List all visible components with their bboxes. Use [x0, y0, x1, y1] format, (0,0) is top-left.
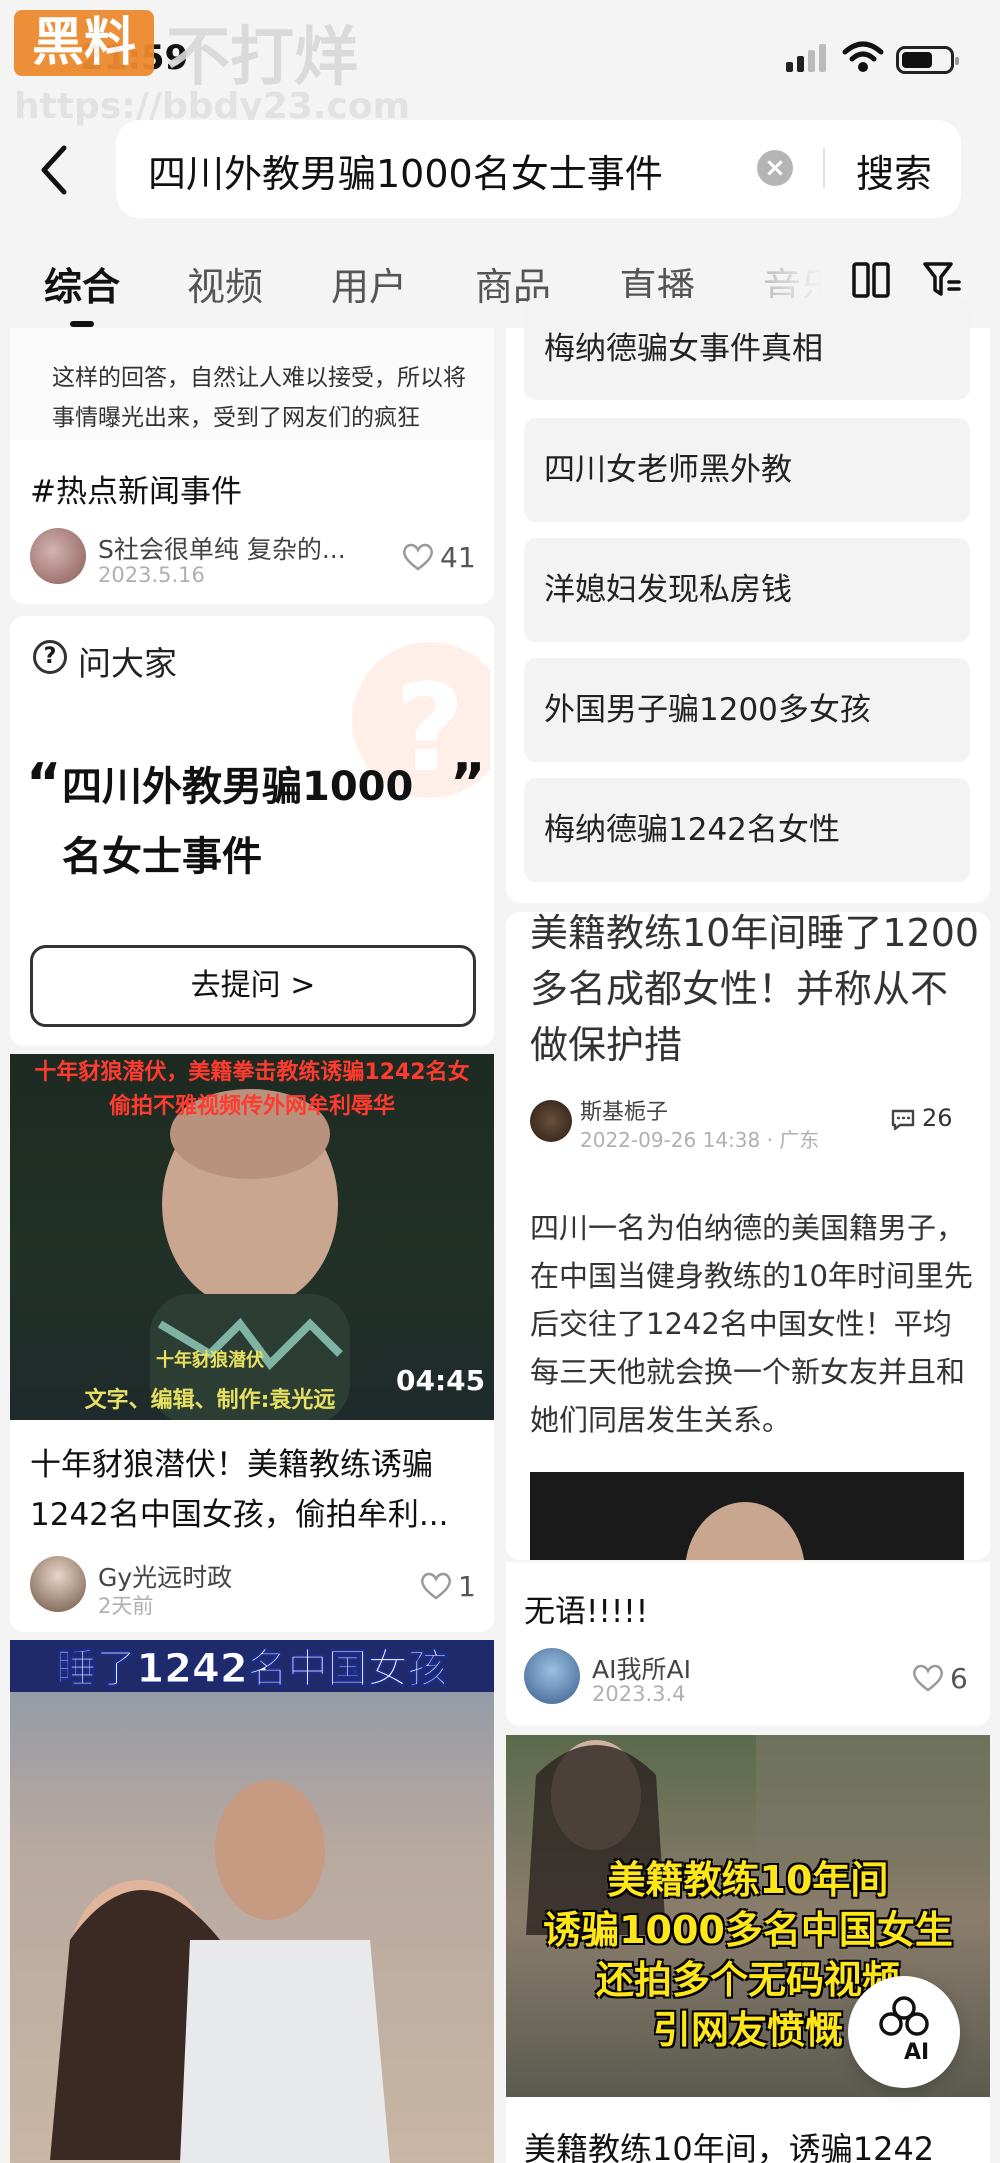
- video-1-duration: 04:45: [396, 1364, 486, 1397]
- post-1-snippet: 这样的回答，自然让人难以接受，所以将事情曝光出来，受到了网友们的疯狂: [52, 365, 466, 431]
- post-1-likes: 41: [440, 541, 476, 574]
- video-1-author[interactable]: Gy光远时政: [98, 1558, 232, 1594]
- quote-open: “: [26, 752, 62, 815]
- article-date: 2022-09-26 14:38 · 广东: [580, 1128, 820, 1152]
- ask-title: 四川外教男骗1000名女士事件: [62, 764, 414, 880]
- video-2-caption-line1: 美籍教练10年间: [607, 1858, 889, 1902]
- post-2-date: 2023.3.4: [592, 1682, 686, 1706]
- tab-users[interactable]: 用户: [331, 256, 407, 311]
- related-search-item[interactable]: 梅纳德骗1242名女性: [524, 778, 970, 882]
- clear-search-button[interactable]: ×: [757, 150, 793, 186]
- wifi-icon: [842, 41, 884, 72]
- double-column-icon[interactable]: [852, 262, 890, 298]
- ai-assistant-button[interactable]: AI: [848, 1976, 960, 2088]
- search-button[interactable]: 搜索: [856, 143, 932, 198]
- ask-label: 问大家: [78, 644, 177, 683]
- heart-icon[interactable]: [912, 1664, 944, 1692]
- search-divider: [823, 148, 825, 188]
- question-icon: ?: [33, 640, 67, 674]
- cell-signal-icon: [786, 44, 826, 72]
- heart-icon[interactable]: [402, 543, 434, 571]
- article-body: 四川一名为伯纳德的美国籍男子，在中国当健身教练的10年时间里先后交往了1242名…: [530, 1211, 973, 1437]
- post-1-avatar[interactable]: [30, 528, 86, 584]
- related-search-item[interactable]: 外国男子骗1200多女孩: [524, 658, 970, 762]
- post-2-likes: 6: [950, 1662, 968, 1695]
- heart-icon[interactable]: [420, 1572, 452, 1600]
- article-author[interactable]: 斯基栀子: [580, 1094, 668, 1126]
- related-search-item[interactable]: 四川女老师黑外教: [524, 418, 970, 522]
- tab-video[interactable]: 视频: [187, 256, 263, 311]
- related-search-item[interactable]: 梅纳德骗女事件真相: [524, 298, 970, 400]
- filter-icon[interactable]: [922, 260, 962, 298]
- article-image[interactable]: [530, 1472, 964, 1560]
- battery-icon: [896, 46, 959, 74]
- video-1-avatar[interactable]: [30, 1556, 86, 1612]
- post-1-title[interactable]: #热点新闻事件: [30, 466, 242, 511]
- ask-question-button[interactable]: 去提问 >: [30, 945, 476, 1027]
- article-avatar[interactable]: [530, 1100, 572, 1142]
- post-2-title[interactable]: 无语!!!!!: [524, 1586, 648, 1631]
- tab-indicator: [70, 321, 94, 327]
- video-2-title[interactable]: 美籍教练10年间，诱骗1242: [524, 2124, 934, 2163]
- ai-label: AI: [904, 2040, 930, 2065]
- article-title[interactable]: 美籍教练10年间睡了1200多名成都女性！并称从不做保护措: [530, 905, 980, 1073]
- video-1-likes: 1: [458, 1570, 476, 1603]
- post-1-author[interactable]: S社会很单纯 复杂的...: [98, 530, 346, 566]
- search-input[interactable]: 四川外教男骗1000名女士事件: [148, 143, 663, 198]
- video-1-caption-line1: 十年豺狼潜伏，美籍拳击教练诱骗1242名女: [34, 1060, 470, 1085]
- ai-flower-icon: [879, 1996, 929, 2036]
- watermark-text: 不打烊: [166, 21, 358, 95]
- video-1-caption-line2: 偷拍不雅视频传外网牟利辱华: [108, 1094, 395, 1119]
- post-3-image[interactable]: [10, 1640, 494, 2163]
- watermark-badge: 黑料: [14, 10, 154, 76]
- back-icon[interactable]: [34, 140, 74, 200]
- tab-comprehensive[interactable]: 综合: [44, 256, 120, 311]
- quote-close: ”: [450, 752, 486, 815]
- post-3-caption: 睡了1242名中国女孩: [56, 1646, 448, 1693]
- video-1-date: 2天前: [98, 1594, 154, 1618]
- video-1-subtitle-line1: 十年豺狼潜伏: [156, 1350, 264, 1371]
- video-1-subtitle-line2: 文字、编辑、制作:袁光远: [84, 1388, 336, 1413]
- comment-icon[interactable]: [890, 1108, 916, 1132]
- related-search-item[interactable]: 洋媳妇发现私房钱: [524, 538, 970, 642]
- video-1-caption: 十年豺狼潜伏，美籍拳击教练诱骗1242名女 偷拍不雅视频传外网牟利辱华: [10, 1056, 494, 1124]
- video-1-title[interactable]: 十年豺狼潜伏！美籍教练诱骗1242名中国女孩，偷拍牟利...: [30, 1440, 480, 1540]
- post-2-author[interactable]: AI我所AI: [592, 1650, 691, 1686]
- video-2-caption-line2: 诱骗1000多名中国女生: [543, 1908, 953, 1952]
- article-comment-count: 26: [922, 1104, 953, 1132]
- post-2-avatar[interactable]: [524, 1648, 580, 1704]
- post-1-date: 2023.5.16: [98, 563, 205, 587]
